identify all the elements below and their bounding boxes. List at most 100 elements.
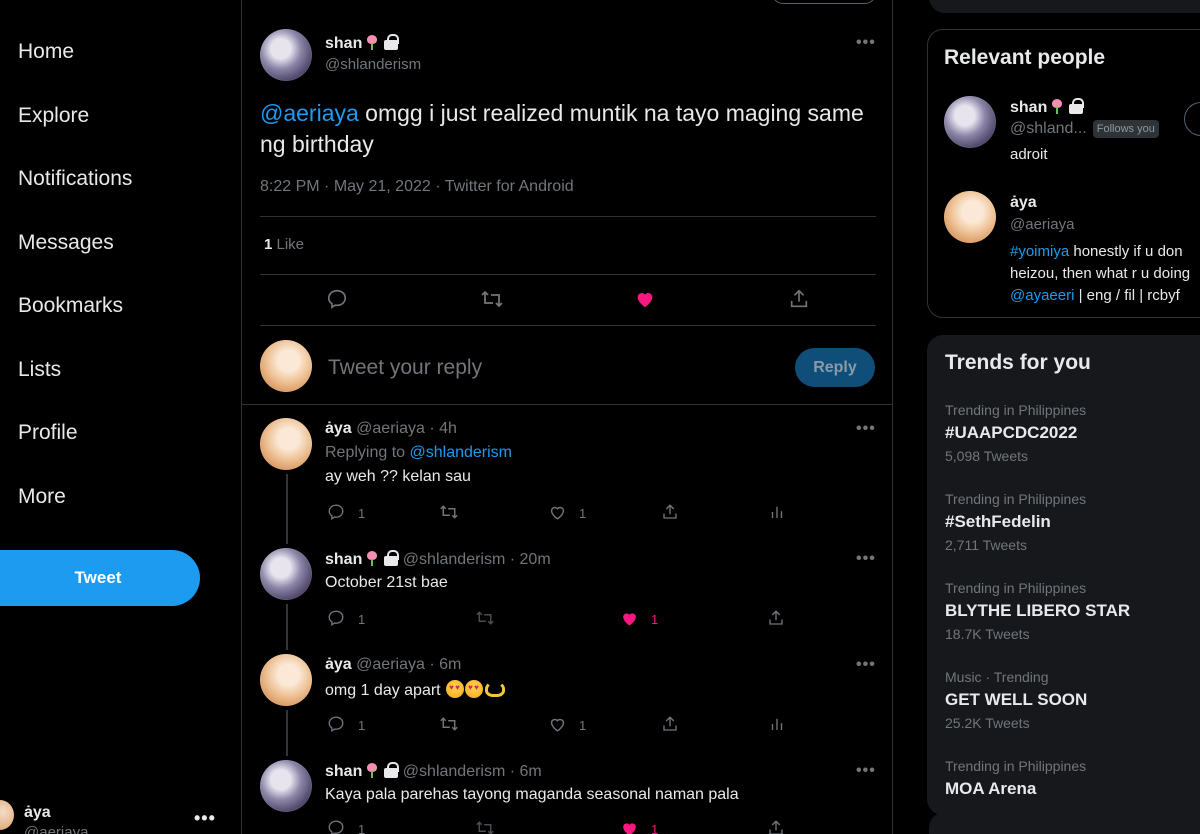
tweet-time[interactable]: 8:22 PM	[260, 178, 320, 195]
author-name[interactable]: shan	[325, 763, 362, 780]
nav-messages[interactable]: Messages	[18, 231, 114, 255]
more-icon[interactable]: •••	[856, 762, 876, 780]
tweet-button[interactable]: Tweet	[0, 550, 200, 606]
likes-count-link[interactable]: 1 Like	[264, 236, 304, 253]
author-handle[interactable]: @shlanderism	[403, 763, 506, 780]
nav-home[interactable]: Home	[18, 40, 74, 64]
retweet-icon[interactable]	[438, 502, 460, 522]
trend-meta: Trending in Philippines	[945, 402, 1087, 418]
search-box-edge[interactable]	[929, 0, 1200, 13]
mention-link[interactable]: @shlanderism	[410, 444, 513, 461]
reply-icon[interactable]	[326, 288, 348, 310]
reply-header: shan @shlanderism · 6m	[325, 762, 542, 780]
thread-line	[286, 604, 288, 650]
analytics-icon[interactable]	[767, 714, 787, 734]
account-switcher[interactable]: ȧya @aeriaya •••	[0, 800, 241, 834]
mention-link[interactable]: @aeriaya	[260, 100, 359, 126]
liked-heart-icon[interactable]	[634, 288, 656, 310]
avatar[interactable]	[944, 191, 996, 243]
bio-text: | eng / fil | rcbyf	[1074, 287, 1180, 304]
tulip-icon	[364, 762, 380, 778]
avatar[interactable]	[260, 29, 312, 81]
like-icon[interactable]	[547, 714, 567, 734]
tweet-source[interactable]: Twitter for Android	[445, 178, 574, 195]
avatar[interactable]	[260, 548, 312, 600]
person-handle[interactable]: @aeriaya	[1010, 216, 1074, 233]
share-icon[interactable]	[766, 608, 786, 628]
nav-explore[interactable]: Explore	[18, 104, 89, 128]
retweet-icon[interactable]	[474, 818, 496, 834]
author-handle[interactable]: @shlanderism	[403, 551, 506, 568]
more-icon[interactable]: •••	[194, 808, 216, 829]
person-name-row[interactable]: shan	[1010, 98, 1085, 117]
more-icon[interactable]: •••	[856, 656, 876, 674]
reply-header: ȧya @aeriaya · 6m	[325, 656, 462, 673]
reply-icon[interactable]	[326, 818, 346, 834]
more-icon[interactable]: •••	[856, 34, 876, 52]
author-handle[interactable]: @aeriaya	[356, 656, 425, 673]
mention-link[interactable]: @ayaeeri	[1010, 287, 1074, 304]
bio-text: heizou, then what r u doing	[1010, 265, 1191, 282]
follow-button[interactable]	[772, 0, 876, 4]
nav-profile[interactable]: Profile	[18, 421, 78, 445]
reply-button[interactable]: Reply	[795, 348, 875, 387]
replying-to: Replying to @shlanderism	[325, 444, 512, 462]
reply-header: shan @shlanderism · 20m	[325, 550, 551, 568]
reply-count: 1	[358, 822, 366, 834]
avatar[interactable]	[260, 418, 312, 470]
person-name: shan	[1010, 99, 1048, 116]
share-icon[interactable]	[660, 714, 680, 734]
reply-icon[interactable]	[326, 714, 346, 734]
person-name[interactable]: ȧya	[1010, 194, 1037, 212]
analytics-icon[interactable]	[767, 502, 787, 522]
reply-time[interactable]: 20m	[520, 551, 551, 568]
account-handle: @aeriaya	[24, 824, 89, 834]
liked-heart-icon[interactable]	[619, 818, 639, 834]
follow-button[interactable]	[1184, 102, 1200, 136]
liked-heart-icon[interactable]	[619, 608, 639, 628]
footer-card-edge	[929, 812, 1200, 834]
more-icon[interactable]: •••	[856, 550, 876, 568]
more-icon[interactable]: •••	[856, 420, 876, 438]
avatar[interactable]	[944, 96, 996, 148]
avatar[interactable]	[260, 760, 312, 812]
lock-icon	[384, 762, 400, 778]
share-icon[interactable]	[788, 288, 810, 310]
author-handle[interactable]: @shlanderism	[325, 56, 421, 73]
trend-name: #SethFedelin	[945, 512, 1051, 531]
reply-time[interactable]: 6m	[439, 656, 461, 673]
person-handle[interactable]: @shland...	[1010, 120, 1087, 137]
reply-time[interactable]: 4h	[439, 420, 457, 437]
nav-lists[interactable]: Lists	[18, 358, 61, 382]
retweet-icon[interactable]	[474, 608, 496, 628]
trend-meta: Trending in Philippines	[945, 491, 1087, 507]
nav-more[interactable]: More	[18, 485, 66, 509]
retweet-icon[interactable]	[480, 288, 504, 310]
reply-time[interactable]: 6m	[520, 763, 542, 780]
like-count: 1	[579, 718, 587, 733]
author-name-row[interactable]: shan	[325, 34, 400, 53]
reply-icon[interactable]	[326, 608, 346, 628]
hashtag-link[interactable]: #yoimiya	[1010, 243, 1069, 260]
avatar[interactable]	[260, 654, 312, 706]
author-name: shan	[325, 35, 363, 52]
like-icon[interactable]	[547, 502, 567, 522]
nav-notifications[interactable]: Notifications	[18, 167, 132, 191]
tulip-icon	[364, 550, 380, 566]
divider	[260, 325, 876, 326]
author-handle[interactable]: @aeriaya	[356, 420, 425, 437]
author-name[interactable]: shan	[325, 551, 362, 568]
reply-text: October 21st bae	[325, 574, 448, 591]
author-name[interactable]: ȧya	[325, 420, 352, 437]
trend-count: 5,098 Tweets	[945, 448, 1029, 464]
retweet-icon[interactable]	[438, 714, 460, 734]
share-icon[interactable]	[660, 502, 680, 522]
tweet-date[interactable]: May 21, 2022	[334, 178, 431, 195]
share-icon[interactable]	[766, 818, 786, 834]
nav-bookmarks[interactable]: Bookmarks	[18, 294, 123, 318]
reply-icon[interactable]	[326, 502, 346, 522]
author-name[interactable]: ȧya	[325, 656, 352, 673]
reply-input[interactable]: Tweet your reply	[328, 356, 482, 380]
trend-name: #UAAPCDC2022	[945, 423, 1078, 442]
follows-you-badge: Follows you	[1092, 120, 1159, 138]
